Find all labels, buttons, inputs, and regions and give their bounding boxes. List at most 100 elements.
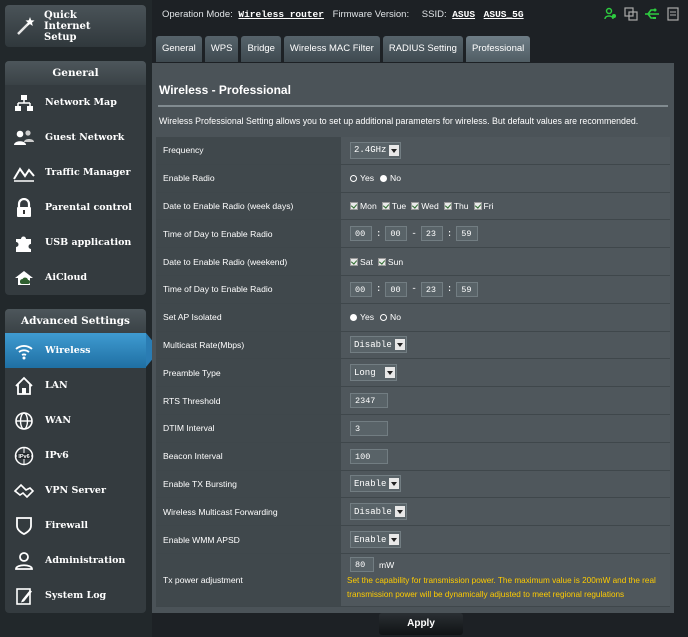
wmm-apsd-select[interactable]: Enable [350, 531, 402, 549]
nav-aicloud[interactable]: AiCloud [5, 260, 146, 295]
row-frequency: Frequency 2.4GHz [156, 137, 670, 165]
tab-bridge[interactable]: Bridge [241, 36, 281, 62]
tx-power-input[interactable]: 80 [350, 557, 374, 573]
quick-internet-setup-label: Quick Internet Setup [44, 9, 91, 43]
status-bar: Operation Mode: Wireless router Firmware… [152, 0, 688, 32]
checkbox-sun[interactable]: Sun [377, 257, 403, 267]
wifi-icon [13, 340, 35, 362]
magic-wand-icon [17, 17, 35, 35]
wmm-apsd-label: Enable WMM APSD [156, 526, 341, 553]
weekend-start-minute-input[interactable]: 00 [385, 281, 408, 297]
ssid-link-5g[interactable]: ASUS_5G [484, 9, 524, 20]
time-weekend-label: Time of Day to Enable Radio [156, 275, 341, 303]
ssid-link-2g[interactable]: ASUS [452, 9, 475, 20]
printer-status-icon[interactable] [666, 7, 680, 21]
tab-wireless-mac-filter[interactable]: Wireless MAC Filter [283, 36, 380, 62]
frequency-select[interactable]: 2.4GHz [350, 141, 402, 159]
radio-unchecked-icon [350, 174, 357, 182]
tx-bursting-select[interactable]: Enable [350, 475, 402, 493]
checkbox-wed[interactable]: Wed [411, 201, 439, 211]
checkbox-checked-icon [411, 201, 420, 210]
nav-usb-application[interactable]: USB application [5, 225, 146, 260]
wireless-tabs: General WPS Bridge Wireless MAC Filter R… [156, 36, 531, 62]
nav-vpn-server[interactable]: VPN Server [5, 473, 146, 508]
tab-radius-setting[interactable]: RADIUS Setting [382, 36, 463, 62]
dtim-interval-input[interactable]: 3 [350, 420, 388, 436]
checkbox-mon[interactable]: Mon [350, 201, 377, 211]
tab-wps[interactable]: WPS [204, 36, 239, 62]
row-time-weekend: Time of Day to Enable Radio 00: 00- 23: … [156, 275, 670, 304]
nav-parental-control[interactable]: Parental control [5, 190, 146, 225]
nav-system-log[interactable]: System Log [5, 578, 146, 613]
apply-button[interactable]: Apply [379, 613, 463, 635]
nav-network-map[interactable]: Network Map [5, 85, 146, 120]
guest-network-icon [13, 127, 35, 149]
copy-status-icon[interactable] [624, 7, 638, 21]
checkbox-fri[interactable]: Fri [473, 201, 494, 211]
nav-guest-network[interactable]: Guest Network [5, 120, 146, 155]
beacon-interval-label: Beacon Interval [156, 442, 341, 470]
nav-ipv6[interactable]: IPv6 IPv6 [5, 438, 146, 473]
multicast-rate-label: Multicast Rate(Mbps) [156, 331, 341, 359]
nav-traffic-manager[interactable]: Traffic Manager [5, 155, 146, 190]
beacon-interval-input[interactable]: 100 [350, 448, 388, 464]
general-menu: General Network Map Guest Network Traffi… [5, 61, 146, 295]
nav-wireless[interactable]: Wireless [5, 333, 160, 368]
radio-checked-icon [380, 174, 388, 182]
chevron-down-icon [384, 367, 395, 379]
quick-internet-setup-button[interactable]: Quick Internet Setup [5, 5, 146, 47]
ap-isolated-no[interactable]: No [380, 312, 401, 322]
nav-wan[interactable]: WAN [5, 403, 146, 438]
rts-threshold-label: RTS Threshold [156, 387, 341, 414]
preamble-type-select[interactable]: Long [350, 364, 397, 382]
checkbox-thu[interactable]: Thu [443, 201, 469, 211]
page-title: Wireless - Professional [159, 83, 291, 97]
tab-professional[interactable]: Professional [465, 36, 531, 62]
ap-isolated-yes[interactable]: Yes [350, 312, 374, 322]
dtim-interval-label: DTIM Interval [156, 414, 341, 442]
client-status-icon[interactable] [604, 7, 618, 21]
general-title: General [5, 61, 146, 85]
lock-icon [13, 197, 35, 219]
checkbox-sat[interactable]: Sat [350, 257, 373, 267]
weekday-start-minute-input[interactable]: 00 [385, 226, 408, 242]
nav-lan[interactable]: LAN [5, 368, 146, 403]
usb-status-icon[interactable] [644, 7, 660, 21]
row-weekend: Date to Enable Radio (weekend) Sat Sun [156, 248, 670, 276]
row-preamble-type: Preamble Type Long [156, 359, 670, 388]
checkbox-tue[interactable]: Tue [381, 201, 406, 211]
row-rts-threshold: RTS Threshold 2347 [156, 387, 670, 415]
title-divider [158, 105, 668, 107]
multicast-forwarding-select[interactable]: Disable [350, 503, 407, 521]
weekday-start-hour-input[interactable]: 00 [350, 226, 372, 242]
weekday-end-minute-input[interactable]: 59 [456, 226, 479, 242]
weekend-end-hour-input[interactable]: 23 [420, 281, 443, 297]
weekday-end-hour-input[interactable]: 23 [420, 226, 443, 242]
weekend-end-minute-input[interactable]: 59 [456, 281, 479, 297]
row-dtim-interval: DTIM Interval 3 [156, 414, 670, 443]
status-icons [604, 7, 680, 21]
nav-administration[interactable]: Administration [5, 543, 146, 578]
weekend-start-hour-input[interactable]: 00 [350, 281, 372, 297]
operation-mode-label: Operation Mode: [162, 9, 233, 20]
nav-firewall[interactable]: Firewall [5, 508, 146, 543]
row-enable-radio: Enable Radio Yes No [156, 164, 670, 193]
tab-general[interactable]: General [156, 36, 202, 62]
row-tx-bursting: Enable TX Bursting Enable [156, 470, 670, 499]
time-weekdays-label: Time of Day to Enable Radio [156, 220, 341, 248]
operation-mode-link[interactable]: Wireless router [238, 9, 324, 20]
frequency-label: Frequency [156, 137, 341, 164]
ipv6-icon: IPv6 [13, 445, 35, 467]
chevron-down-icon [389, 478, 400, 490]
tx-bursting-label: Enable TX Bursting [156, 470, 341, 498]
advanced-settings-title: Advanced Settings [5, 309, 146, 333]
checkbox-checked-icon [350, 201, 358, 210]
checkbox-checked-icon [473, 201, 482, 210]
enable-radio-no[interactable]: No [380, 173, 401, 183]
row-time-weekdays: Time of Day to Enable Radio 00: 00- 23: … [156, 220, 670, 249]
multicast-rate-select[interactable]: Disable [350, 336, 407, 354]
checkbox-checked-icon [443, 201, 452, 210]
enable-radio-yes[interactable]: Yes [350, 173, 374, 183]
rts-threshold-input[interactable]: 2347 [350, 393, 388, 409]
svg-text:IPv6: IPv6 [18, 454, 29, 460]
